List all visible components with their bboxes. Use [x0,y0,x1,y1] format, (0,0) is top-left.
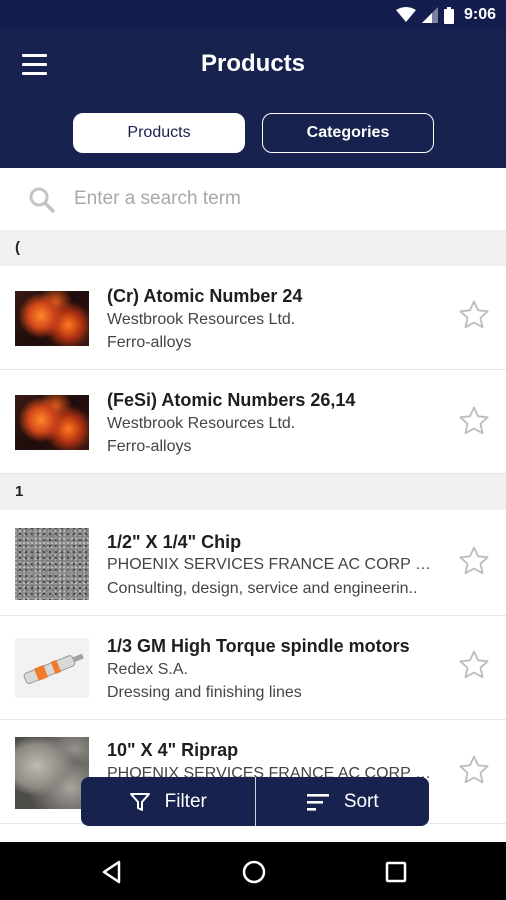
tab-products[interactable]: Products [73,113,245,153]
product-company: Westbrook Resources Ltd. [107,415,296,432]
battery-icon [443,6,454,24]
list-item[interactable]: (Cr) Atomic Number 24 Westbrook Resource… [0,266,506,370]
list-item[interactable]: 1/2" X 1/4" Chip PHOENIX SERVICES FRANCE… [0,512,506,616]
sort-icon [306,793,329,811]
product-category: Ferro-alloys [107,438,192,455]
product-thumbnail [15,528,89,600]
system-nav-bar [0,842,506,900]
page-title: Products [200,50,305,77]
list-item[interactable]: (FeSi) Atomic Numbers 26,14 Westbrook Re… [0,370,506,474]
status-icons: 9:06 [395,5,496,25]
star-icon[interactable] [457,648,491,682]
product-thumbnail [15,395,89,450]
section-header: 1 [0,474,506,510]
product-category: Ferro-alloys [107,334,192,351]
list-item[interactable]: 1/3 GM High Torque spindle motors Redex … [0,616,506,720]
product-thumbnail [15,638,89,698]
product-category: Consulting, design, service and engineer… [107,580,418,597]
product-title: (FeSi) Atomic Numbers 26,14 [107,390,356,410]
status-bar: 9:06 [0,0,506,30]
wifi-icon [395,7,416,22]
filter-icon [129,792,150,811]
search-icon [29,187,55,213]
sort-button[interactable]: Sort [256,777,430,826]
divider [254,777,256,826]
product-title: 10" X 4" Riprap [107,740,239,760]
search-bar [0,168,506,230]
back-icon[interactable] [98,858,126,886]
tab-categories[interactable]: Categories [262,113,434,153]
product-company: PHOENIX SERVICES FRANCE AC CORP L... [107,556,437,573]
product-thumbnail [15,291,89,346]
recents-icon[interactable] [382,858,410,886]
filter-button[interactable]: Filter [81,777,255,826]
product-category: Dressing and finishing lines [107,684,302,701]
section-header: ( [0,230,506,266]
product-thumbnail [15,737,89,809]
home-icon[interactable] [240,858,268,886]
product-company: Westbrook Resources Ltd. [107,311,296,328]
product-title: (Cr) Atomic Number 24 [107,286,303,306]
status-time: 9:06 [463,6,496,23]
star-icon[interactable] [457,404,491,438]
star-icon[interactable] [457,298,491,332]
search-input[interactable] [74,182,474,216]
product-company: Redex S.A. [107,661,188,678]
motor-image [23,653,84,685]
app-bar: Products Products Categories [0,30,506,168]
sort-label: Sort [343,790,379,812]
star-icon[interactable] [457,753,491,787]
product-title: 1/3 GM High Torque spindle motors [107,636,410,656]
star-icon[interactable] [457,544,491,578]
filter-label: Filter [164,790,207,812]
filter-sort-bar: Filter Sort [81,777,429,826]
product-title: 1/2" X 1/4" Chip [107,532,242,552]
signal-icon [421,7,438,23]
